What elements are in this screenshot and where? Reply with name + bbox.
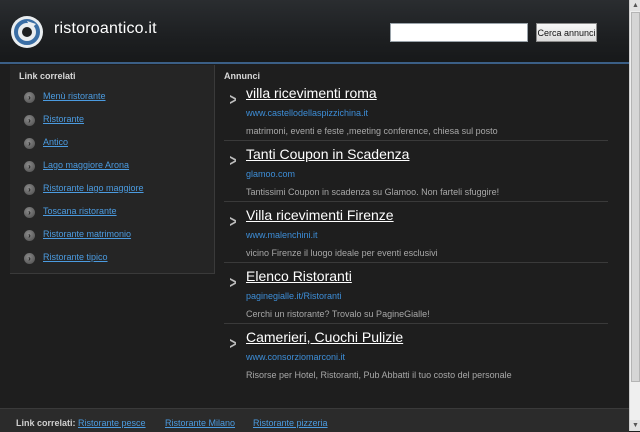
sidebar-item[interactable]: › Menù ristorante bbox=[24, 90, 209, 108]
header: ristoroantico.it Cerca annunci bbox=[0, 0, 629, 64]
ad-description: Tantissimi Coupon in scadenza su Glamoo.… bbox=[246, 187, 500, 197]
sidebar-item[interactable]: › Toscana ristorante bbox=[24, 205, 209, 223]
chevron-right-icon: › bbox=[24, 138, 35, 149]
chevron-right-icon: › bbox=[24, 184, 35, 195]
ad-title-link[interactable]: Tanti Coupon in Scadenza bbox=[246, 146, 409, 162]
sidebar-item-link[interactable]: Ristorante tipico bbox=[43, 252, 108, 262]
scrollbar-thumb[interactable] bbox=[631, 12, 640, 382]
sidebar-item[interactable]: › Ristorante matrimonio bbox=[24, 228, 209, 246]
ad-title-link[interactable]: Camerieri, Cuochi Pulizie bbox=[246, 329, 403, 345]
ad-url-link[interactable]: www.malenchini.it bbox=[246, 230, 318, 240]
sidebar-item-link[interactable]: Lago maggiore Arona bbox=[43, 160, 129, 170]
ad-item: > Elenco Ristoranti paginegialle.it/Rist… bbox=[224, 265, 608, 324]
sidebar: Link correlati › Menù ristorante › Risto… bbox=[10, 65, 215, 274]
sidebar-item[interactable]: › Antico bbox=[24, 136, 209, 154]
chevron-right-icon: > bbox=[229, 90, 237, 109]
footer-label: Link correlati: bbox=[16, 418, 76, 428]
ad-title-link[interactable]: Villa ricevimenti Firenze bbox=[246, 207, 394, 223]
sidebar-item-link[interactable]: Ristorante bbox=[43, 114, 84, 124]
chevron-right-icon: › bbox=[24, 230, 35, 241]
ad-item: > Tanti Coupon in Scadenza glamoo.com Ta… bbox=[224, 143, 608, 202]
sidebar-item[interactable]: › Ristorante bbox=[24, 113, 209, 131]
circular-arrow-logo-icon[interactable] bbox=[10, 15, 44, 49]
chevron-right-icon: > bbox=[229, 212, 237, 231]
ad-title-link[interactable]: villa ricevimenti roma bbox=[246, 85, 377, 101]
ad-item: > Camerieri, Cuochi Pulizie www.consorzi… bbox=[224, 326, 608, 384]
chevron-right-icon: › bbox=[24, 115, 35, 126]
search-input[interactable] bbox=[390, 23, 528, 42]
ad-item: > Villa ricevimenti Firenze www.malenchi… bbox=[224, 204, 608, 263]
search-button[interactable]: Cerca annunci bbox=[536, 23, 597, 42]
scroll-down-arrow-icon[interactable]: ▼ bbox=[630, 420, 640, 431]
ad-description: matrimoni, eventi e feste ,meeting confe… bbox=[246, 126, 498, 136]
sidebar-title: Link correlati bbox=[19, 71, 76, 81]
chevron-right-icon: › bbox=[24, 161, 35, 172]
ad-description: Risorse per Hotel, Ristoranti, Pub Abbat… bbox=[246, 370, 512, 380]
sidebar-item-link[interactable]: Menù ristorante bbox=[43, 91, 106, 101]
sidebar-item[interactable]: › Ristorante lago maggiore bbox=[24, 182, 209, 200]
chevron-right-icon: > bbox=[229, 151, 237, 170]
sidebar-item-link[interactable]: Toscana ristorante bbox=[43, 206, 117, 216]
ad-title-link[interactable]: Elenco Ristoranti bbox=[246, 268, 352, 284]
chevron-right-icon: › bbox=[24, 92, 35, 103]
chevron-right-icon: › bbox=[24, 253, 35, 264]
ad-description: Cerchi un ristorante? Trovalo su PagineG… bbox=[246, 309, 430, 319]
ad-url-link[interactable]: www.consorziomarconi.it bbox=[246, 352, 345, 362]
chevron-right-icon: › bbox=[24, 207, 35, 218]
ad-item: > villa ricevimenti roma www.castellodel… bbox=[224, 82, 608, 141]
sidebar-item[interactable]: › Lago maggiore Arona bbox=[24, 159, 209, 177]
vertical-scrollbar[interactable]: ▲ ▼ bbox=[629, 0, 640, 431]
sidebar-item[interactable]: › Ristorante tipico bbox=[24, 251, 209, 269]
footer-link[interactable]: Ristorante Milano bbox=[165, 418, 235, 428]
ad-url-link[interactable]: glamoo.com bbox=[246, 169, 295, 179]
site-title[interactable]: ristoroantico.it bbox=[54, 20, 157, 38]
footer-link[interactable]: Ristorante pizzeria bbox=[253, 418, 328, 428]
sidebar-item-link[interactable]: Ristorante lago maggiore bbox=[43, 183, 144, 193]
ad-url-link[interactable]: www.castellodellaspizzichina.it bbox=[246, 108, 368, 118]
ad-description: vicino Firenze il luogo ideale per event… bbox=[246, 248, 438, 258]
footer: Link correlati: Ristorante pesce Ristora… bbox=[0, 408, 629, 432]
ads-section-title: Annunci bbox=[224, 71, 260, 81]
chevron-right-icon: > bbox=[229, 334, 237, 353]
chevron-right-icon: > bbox=[229, 273, 237, 292]
footer-link[interactable]: Ristorante pesce bbox=[78, 418, 146, 428]
ad-url-link[interactable]: paginegialle.it/Ristoranti bbox=[246, 291, 342, 301]
scroll-up-arrow-icon[interactable]: ▲ bbox=[630, 0, 640, 11]
sidebar-item-link[interactable]: Ristorante matrimonio bbox=[43, 229, 131, 239]
sidebar-item-link[interactable]: Antico bbox=[43, 137, 68, 147]
